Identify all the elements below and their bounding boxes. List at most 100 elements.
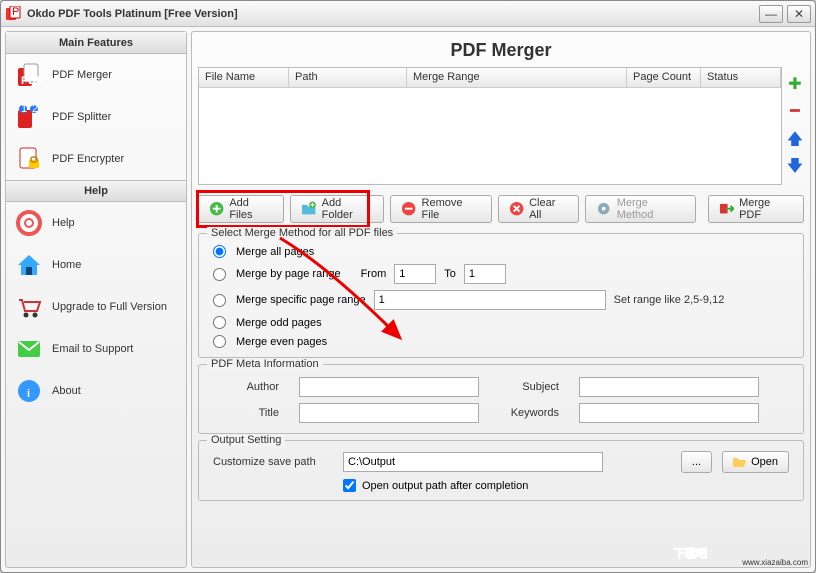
group-title: Output Setting [207, 434, 285, 446]
subject-input[interactable] [579, 377, 759, 397]
file-table-header: File Name Path Merge Range Page Count St… [199, 68, 781, 88]
remove-row-icon[interactable]: ━ [790, 104, 800, 120]
clear-icon [509, 201, 524, 217]
radio-input[interactable] [213, 316, 226, 329]
radio-label: Merge even pages [236, 336, 327, 348]
col-path[interactable]: Path [289, 68, 407, 87]
keywords-input[interactable] [579, 403, 759, 423]
title-input[interactable] [299, 403, 479, 423]
customize-path-label: Customize save path [213, 456, 333, 468]
file-table-body [199, 88, 781, 184]
author-label: Author [219, 381, 279, 393]
svg-text:2: 2 [32, 104, 38, 115]
output-setting-group: Output Setting Customize save path ... O… [198, 440, 804, 501]
group-title: PDF Meta Information [207, 358, 323, 370]
meta-info-group: PDF Meta Information Author Subject Titl… [198, 364, 804, 434]
col-status[interactable]: Status [701, 68, 781, 87]
radio-merge-by-range[interactable]: Merge by page range From To [209, 261, 793, 287]
keywords-label: Keywords [499, 407, 559, 419]
col-page-count[interactable]: Page Count [627, 68, 701, 87]
radio-merge-even[interactable]: Merge even pages [209, 332, 793, 351]
sidebar-item-label: Help [52, 217, 75, 229]
add-files-button[interactable]: Add Files [198, 195, 284, 223]
close-button[interactable]: ✕ [787, 5, 811, 23]
app-icon: P [5, 6, 21, 22]
col-merge-range[interactable]: Merge Range [407, 68, 627, 87]
minus-icon [401, 201, 416, 217]
pdf-splitter-icon: 12 [16, 104, 42, 130]
file-list-area: File Name Path Merge Range Page Count St… [192, 67, 810, 185]
app-window: P Okdo PDF Tools Platinum [Free Version]… [0, 0, 816, 573]
button-label: Merge Method [617, 197, 685, 221]
range-hint: Set range like 2,5-9,12 [614, 294, 725, 306]
radio-merge-odd[interactable]: Merge odd pages [209, 313, 793, 332]
button-label: Clear All [529, 197, 568, 221]
clear-all-button[interactable]: Clear All [498, 195, 580, 223]
button-label: Add Folder [322, 197, 374, 221]
move-up-icon[interactable]: 🡅 [787, 132, 803, 148]
move-down-icon[interactable]: 🡇 [787, 159, 803, 175]
remove-file-button[interactable]: Remove File [390, 195, 492, 223]
merge-method-group: Select Merge Method for all PDF files Me… [198, 233, 804, 358]
to-input[interactable] [464, 264, 506, 284]
sidebar-item-help[interactable]: Help [6, 202, 186, 244]
sidebar-item-label: PDF Splitter [52, 111, 111, 123]
sidebar-item-home[interactable]: Home [6, 244, 186, 286]
sidebar-help-header: Help [6, 180, 186, 202]
from-input[interactable] [394, 264, 436, 284]
open-after-checkbox[interactable] [343, 479, 356, 492]
sidebar-item-pdf-merger[interactable]: PDF PDF Merger [6, 54, 186, 96]
from-label: From [361, 268, 387, 280]
open-button[interactable]: Open [722, 451, 789, 473]
folder-plus-icon [301, 201, 316, 217]
sidebar-item-email-support[interactable]: Email to Support [6, 328, 186, 370]
sidebar-item-pdf-encrypter[interactable]: PDF Encrypter [6, 138, 186, 180]
radio-input[interactable] [213, 335, 226, 348]
titlebar: P Okdo PDF Tools Platinum [Free Version]… [1, 1, 815, 27]
svg-text:1: 1 [21, 104, 27, 115]
radio-merge-specific[interactable]: Merge specific page range Set range like… [209, 287, 793, 313]
output-path-input[interactable] [343, 452, 603, 472]
window-title: Okdo PDF Tools Platinum [Free Version] [27, 8, 759, 20]
sidebar-item-label: PDF Merger [52, 69, 112, 81]
sidebar-item-upgrade[interactable]: Upgrade to Full Version [6, 286, 186, 328]
radio-merge-all[interactable]: Merge all pages [209, 242, 793, 261]
plus-icon [209, 201, 224, 217]
sidebar-item-pdf-splitter[interactable]: 12 PDF Splitter [6, 96, 186, 138]
svg-text:i: i [27, 388, 30, 400]
col-filename[interactable]: File Name [199, 68, 289, 87]
add-row-icon[interactable]: ✚ [788, 77, 801, 93]
action-toolbar: Add Files Add Folder Remove File Clear A… [192, 185, 810, 231]
file-table: File Name Path Merge Range Page Count St… [198, 67, 782, 185]
sidebar: Main Features PDF PDF Merger 12 PDF Spli… [5, 31, 187, 568]
radio-input[interactable] [213, 294, 226, 307]
browse-button[interactable]: ... [681, 451, 712, 473]
folder-open-icon [733, 456, 747, 468]
radio-input[interactable] [213, 245, 226, 258]
file-reorder-arrows: ✚ ━ 🡅 🡇 [786, 67, 804, 185]
info-icon: i [16, 378, 42, 404]
group-title: Select Merge Method for all PDF files [207, 227, 397, 239]
home-icon [16, 252, 42, 278]
radio-label: Merge by page range [236, 268, 341, 280]
sidebar-item-label: Email to Support [52, 343, 133, 355]
titlebar-buttons: — ✕ [759, 5, 811, 23]
radio-label: Merge odd pages [236, 317, 322, 329]
window-body: Main Features PDF PDF Merger 12 PDF Spli… [1, 27, 815, 572]
merge-pdf-button[interactable]: Merge PDF [708, 195, 804, 223]
page-title: PDF Merger [192, 32, 810, 67]
specific-range-input[interactable] [374, 290, 606, 310]
sidebar-item-label: Home [52, 259, 81, 271]
minimize-button[interactable]: — [759, 5, 783, 23]
title-label: Title [219, 407, 279, 419]
sidebar-item-about[interactable]: i About [6, 370, 186, 412]
radio-input[interactable] [213, 268, 226, 281]
pdf-encrypter-icon [16, 146, 42, 172]
merge-icon [719, 201, 734, 217]
merge-method-button[interactable]: Merge Method [585, 195, 695, 223]
add-folder-button[interactable]: Add Folder [290, 195, 384, 223]
author-input[interactable] [299, 377, 479, 397]
svg-text:PDF: PDF [21, 75, 42, 87]
button-label: Merge PDF [739, 197, 793, 221]
open-after-row[interactable]: Open output path after completion [339, 475, 793, 494]
